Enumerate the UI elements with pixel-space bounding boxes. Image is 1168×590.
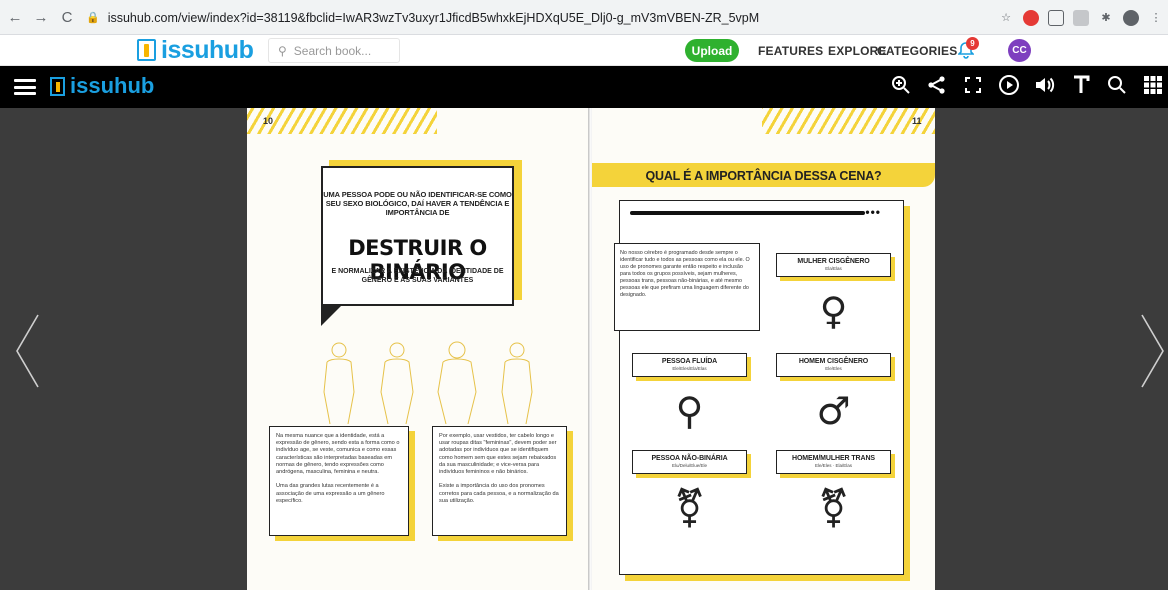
search-icon: ⚲ [278, 43, 287, 58]
browser-toolbar: ← → C 🔒 issuhub.com/view/index?id=38119&… [0, 0, 1168, 35]
body-figures-illustration [323, 341, 533, 424]
site-header: issuhub ⚲ Search book... Upload FEATURES… [0, 35, 1168, 66]
lock-icon: 🔒 [86, 12, 100, 24]
extension-icon[interactable] [1073, 9, 1089, 26]
identity-card-label: HOMEM CISGÊNERO Ele/Eles [776, 353, 891, 377]
notification-bell-icon[interactable]: 9 [957, 37, 979, 61]
bubble-bottom-text: E NORMALIZAR A EXISTÊNCIA DA IDENTIDADE … [331, 268, 504, 284]
speech-bubble-tail [321, 304, 343, 326]
intro-text-box: No nosso cérebro é programado desde semp… [614, 243, 760, 331]
page-title: QUAL É A IMPORTÂNCIA DESSA CENA? [645, 169, 882, 183]
identity-card-title: HOMEM/MULHER TRANS [792, 455, 875, 462]
transgender-symbol-icon: ⚧ [817, 486, 850, 530]
sound-icon[interactable] [1034, 75, 1056, 101]
identity-card-title: MULHER CISGÊNERO [797, 258, 870, 265]
extension-icon[interactable] [1023, 9, 1039, 26]
zoom-in-icon[interactable] [890, 75, 912, 101]
search-icon[interactable] [1106, 75, 1128, 101]
identity-card-label: HOMEM/MULHER TRANS Ele/Eles · Ela/Elas [776, 450, 891, 474]
identity-card-pronouns: Ele/Eles/Ela/Elas [672, 366, 707, 371]
viewer-tools [890, 74, 1164, 102]
identity-card: HOMEM/MULHER TRANS Ele/Eles · Ela/Elas ⚧ [776, 450, 891, 538]
reload-icon[interactable]: C [56, 6, 78, 28]
site-logo[interactable]: issuhub [137, 36, 254, 64]
menu-categories[interactable]: CATEGORIES [877, 44, 957, 58]
nonbinary-symbol-icon: ⚧ [673, 486, 706, 530]
text-box-expression-body: Na mesma nuance que a identidade, está a… [276, 433, 400, 504]
identity-card-label: PESSOA FLUÍDA Ele/Eles/Ela/Elas [632, 353, 747, 377]
page-number: 10 [263, 116, 274, 126]
share-icon[interactable] [926, 75, 948, 101]
logo-icon [137, 39, 156, 61]
play-icon[interactable] [998, 74, 1020, 102]
puzzle-icon[interactable]: ✱ [1098, 10, 1114, 26]
text-box-expression: Na mesma nuance que a identidade, está a… [269, 426, 409, 536]
next-page-arrow-icon[interactable] [1140, 313, 1166, 389]
viewer-logo-text: issuhub [70, 73, 155, 98]
speech-bubble: UMA PESSOA PODE OU NÃO IDENTIFICAR-SE CO… [321, 166, 514, 326]
page-number: 11 [912, 116, 922, 126]
viewer-logo[interactable]: issuhub [50, 73, 155, 98]
identity-card-label: MULHER CISGÊNERO Ela/Elas [776, 253, 891, 277]
identity-card: PESSOA NÃO-BINÁRIA Elu/Delu/Elue/Ele ⚧ [632, 450, 747, 538]
identity-card-title: PESSOA NÃO-BINÁRIA [651, 455, 728, 462]
male-symbol-icon: ♂ [816, 389, 851, 433]
identity-card-pronouns: Elu/Delu/Elue/Ele [671, 463, 708, 468]
user-avatar[interactable]: CC [1008, 39, 1031, 62]
logo-icon [50, 76, 65, 96]
forward-icon[interactable]: → [30, 6, 52, 28]
identity-card-pronouns: Ele/Eles · Ela/Elas [814, 463, 852, 468]
bubble-top-text: UMA PESSOA PODE OU NÃO IDENTIFICAR-SE CO… [323, 190, 512, 217]
identity-card-pronouns: Ela/Elas [825, 266, 842, 271]
star-icon[interactable]: ☆ [998, 10, 1014, 26]
url-text: issuhub.com/view/index?id=38119&fbclid=I… [107, 10, 760, 25]
text-icon[interactable] [1070, 75, 1092, 101]
search-box[interactable]: ⚲ Search book... [268, 38, 400, 63]
logo-text: issuhub [161, 36, 254, 64]
right-page: 11 QUAL É A IMPORTÂNCIA DESSA CENA? ••• … [592, 108, 935, 590]
left-page: 10 UMA PESSOA PODE OU NÃO IDENTIFICAR-SE… [247, 108, 590, 590]
text-box-example-body: Por exemplo, usar vestidos, ter cabelo l… [439, 433, 559, 504]
identity-card: HOMEM CISGÊNERO Ele/Eles ♂ [776, 353, 891, 441]
search-placeholder: Search book... [293, 43, 372, 58]
identity-card-label: PESSOA NÃO-BINÁRIA Elu/Delu/Elue/Ele [632, 450, 747, 474]
window-bar [630, 211, 865, 215]
menu-dots-icon[interactable]: ⋮ [1148, 10, 1164, 26]
fullscreen-icon[interactable] [962, 75, 984, 101]
page-hatch-decoration [247, 108, 437, 134]
extension-icon[interactable] [1048, 9, 1064, 26]
notification-badge: 9 [966, 37, 979, 50]
viewer-toolbar: issuhub [0, 66, 1168, 108]
hamburger-menu-icon[interactable] [14, 79, 36, 95]
genderfluid-symbol-icon: ⚲ [675, 389, 704, 433]
grid-icon[interactable] [1142, 76, 1164, 100]
back-icon[interactable]: ← [4, 6, 26, 28]
identity-card-title: PESSOA FLUÍDA [661, 358, 718, 365]
identity-card: PESSOA FLUÍDA Ele/Eles/Ela/Elas ⚲ [632, 353, 747, 441]
text-box-example: Por exemplo, usar vestidos, ter cabelo l… [432, 426, 567, 536]
upload-button[interactable]: Upload [685, 39, 739, 62]
page-hatch-decoration [762, 108, 935, 134]
identity-card: MULHER CISGÊNERO Ela/Elas ♀ [776, 253, 891, 341]
intro-text: No nosso cérebro é programado desde semp… [620, 250, 750, 298]
identity-card-title: HOMEM CISGÊNERO [798, 358, 869, 365]
identity-card-pronouns: Ele/Eles [825, 366, 842, 371]
book-reader: 10 UMA PESSOA PODE OU NÃO IDENTIFICAR-SE… [0, 108, 1168, 590]
menu-features[interactable]: FEATURES [758, 44, 823, 58]
profile-icon[interactable] [1123, 9, 1139, 26]
female-symbol-icon: ♀ [819, 289, 848, 333]
previous-page-arrow-icon[interactable] [14, 313, 40, 389]
extensions-area: ☆ ✱ ⋮ [998, 5, 1164, 30]
window-dots: ••• [865, 205, 881, 219]
address-bar[interactable]: 🔒 issuhub.com/view/index?id=38119&fbclid… [86, 5, 986, 30]
